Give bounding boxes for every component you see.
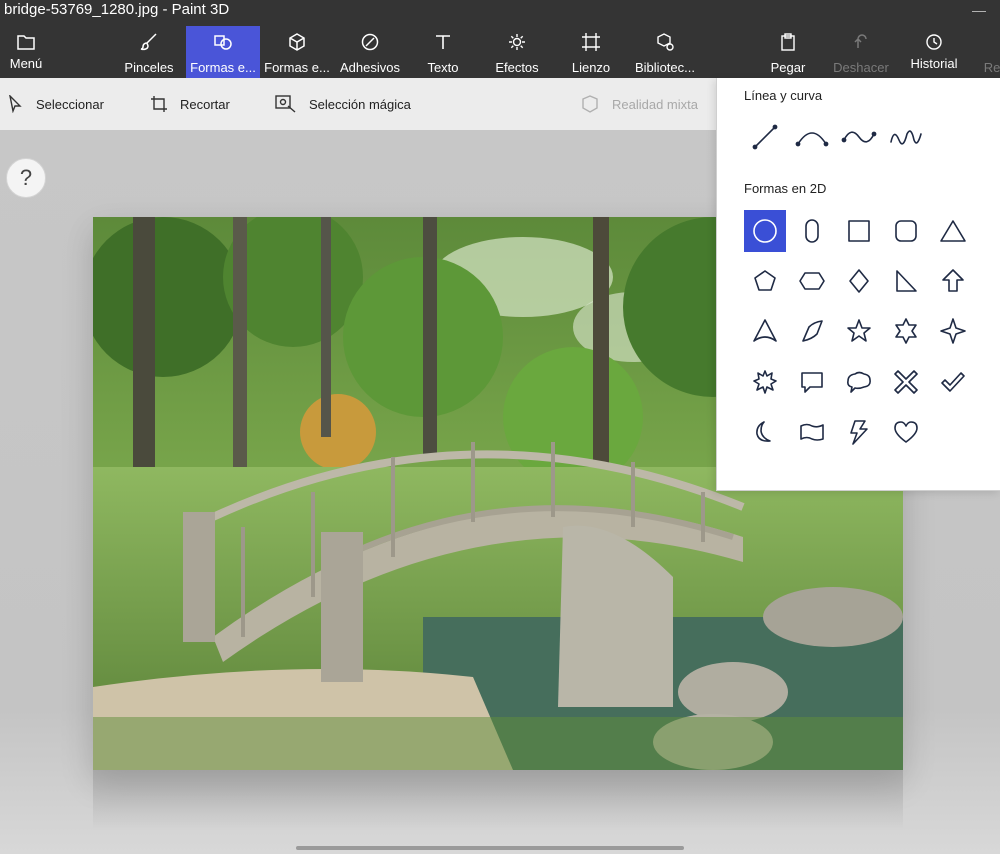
crop-label: Recortar [180, 97, 230, 112]
cursor-icon [8, 95, 24, 113]
help-button[interactable]: ? [6, 158, 46, 198]
check-mark-icon[interactable] [932, 361, 974, 403]
tab-library-label: Bibliotec... [635, 60, 695, 75]
square-icon[interactable] [838, 210, 880, 252]
undo-icon [849, 30, 873, 54]
sun-icon [505, 30, 529, 54]
tab-library[interactable]: Bibliotec... [632, 26, 698, 78]
tab-brushes-label: Pinceles [124, 60, 173, 75]
canvas-reflection [93, 770, 903, 830]
mixed-reality-label: Realidad mixta [612, 97, 698, 112]
polyline-curve-icon[interactable] [885, 116, 927, 158]
x-mark-icon[interactable] [885, 361, 927, 403]
text-icon [431, 30, 455, 54]
brush-icon [137, 30, 161, 54]
tab-2d-shapes-label: Formas e... [190, 60, 256, 75]
s-curve-icon[interactable] [838, 116, 880, 158]
lines-section-title: Línea y curva [744, 88, 822, 103]
mixed-reality-button[interactable]: Realidad mixta [580, 92, 698, 116]
capsule-icon[interactable] [791, 210, 833, 252]
paste-label: Pegar [771, 60, 806, 75]
history-label: Historial [911, 56, 958, 71]
history-button[interactable]: Historial [908, 26, 960, 78]
tab-canvas-label: Lienzo [572, 60, 610, 75]
tab-text[interactable]: Texto [420, 26, 466, 78]
tab-2d-shapes[interactable]: Formas e... [186, 26, 260, 78]
library-icon [653, 30, 677, 54]
crop-button[interactable]: Recortar [150, 92, 230, 116]
select-label: Seleccionar [36, 97, 104, 112]
menu-label: Menú [10, 56, 43, 71]
thought-bubble-icon[interactable] [838, 361, 880, 403]
shapes-panel: Línea y curva Formas en 2D [716, 78, 1000, 491]
window-title: bridge-53769_1280.jpg - Paint 3D [4, 1, 229, 18]
triangle-icon[interactable] [932, 210, 974, 252]
star-five-icon[interactable] [838, 310, 880, 352]
tab-effects[interactable]: Efectos [492, 26, 542, 78]
tab-stickers[interactable]: Adhesivos [338, 26, 402, 78]
hexagon-icon[interactable] [791, 260, 833, 302]
tab-3d-shapes[interactable]: Formas e... [262, 26, 332, 78]
title-bar: bridge-53769_1280.jpg - Paint 3D — [0, 0, 1000, 22]
clipboard-icon [776, 30, 800, 54]
right-triangle-icon[interactable] [885, 260, 927, 302]
pentagon-icon[interactable] [744, 260, 786, 302]
magic-select-button[interactable]: Selección mágica [275, 92, 411, 116]
history-icon [922, 30, 946, 54]
tab-brushes[interactable]: Pinceles [120, 26, 178, 78]
curve-icon[interactable] [791, 116, 833, 158]
tab-effects-label: Efectos [495, 60, 538, 75]
shapes-section-title: Formas en 2D [744, 181, 826, 196]
star-six-icon[interactable] [885, 310, 927, 352]
tab-canvas[interactable]: Lienzo [568, 26, 614, 78]
circle-icon[interactable] [744, 210, 786, 252]
burst-icon[interactable] [744, 361, 786, 403]
crop-icon [150, 95, 168, 113]
magic-select-label: Selección mágica [309, 97, 411, 112]
cube-icon [285, 30, 309, 54]
tab-3d-shapes-label: Formas e... [264, 60, 330, 75]
redo-label: Re [984, 60, 1000, 75]
sticker-icon [358, 30, 382, 54]
tab-text-label: Texto [427, 60, 458, 75]
concave-triangle-icon[interactable] [744, 310, 786, 352]
main-toolbar: Menú Pinceles Formas e... Formas e... Ad… [0, 22, 1000, 78]
canvas-icon [579, 30, 603, 54]
star-four-icon[interactable] [932, 310, 974, 352]
folder-icon [14, 30, 38, 54]
paste-button[interactable]: Pegar [768, 26, 808, 78]
arrow-up-icon[interactable] [932, 260, 974, 302]
quarter-shape-icon[interactable] [791, 310, 833, 352]
undo-button[interactable]: Deshacer [832, 26, 890, 78]
minimize-button[interactable]: — [972, 0, 986, 20]
tab-stickers-label: Adhesivos [340, 60, 400, 75]
speech-bubble-icon[interactable] [791, 361, 833, 403]
rounded-square-icon[interactable] [885, 210, 927, 252]
magic-select-icon [275, 95, 297, 113]
horizontal-scrollbar[interactable] [296, 846, 684, 850]
mixed-reality-icon [580, 95, 600, 113]
moon-icon[interactable] [744, 411, 786, 453]
line-icon[interactable] [744, 116, 786, 158]
selection-toolbar: Seleccionar Recortar Selección mágica Re… [0, 78, 720, 130]
banner-icon[interactable] [791, 411, 833, 453]
heart-icon[interactable] [885, 411, 927, 453]
undo-label: Deshacer [833, 60, 889, 75]
shapes-2d-icon [211, 30, 235, 54]
lightning-icon[interactable] [838, 411, 880, 453]
redo-button[interactable]: Re [984, 26, 1000, 78]
select-button[interactable]: Seleccionar [8, 92, 104, 116]
redo-icon [984, 30, 1000, 54]
diamond-icon[interactable] [838, 260, 880, 302]
menu-button[interactable]: Menú [4, 26, 48, 78]
